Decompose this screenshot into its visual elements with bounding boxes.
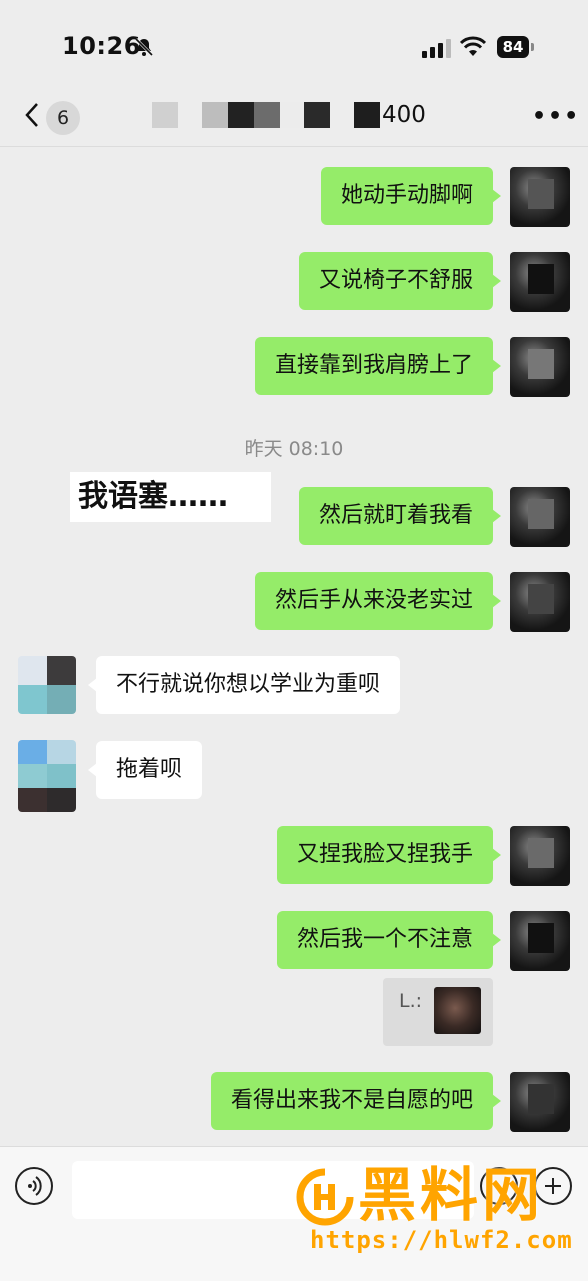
quoted-image-thumbnail[interactable] — [434, 987, 481, 1034]
watermark-title: 黑料网 — [358, 1161, 545, 1229]
redaction-block — [254, 102, 280, 128]
message-bubble-sent[interactable]: 她动手动脚啊 — [320, 167, 502, 225]
redaction-block — [202, 102, 228, 128]
message-bubble-sent[interactable]: 看得出来我不是自愿的吧 — [210, 1072, 502, 1130]
avatar[interactable] — [510, 826, 570, 886]
message-bubble-sent[interactable]: 直接靠到我肩膀上了 — [254, 337, 502, 395]
chat-title: 400 — [150, 102, 450, 132]
redaction-block — [228, 102, 254, 128]
chat-header: 6 400 ••• — [0, 90, 588, 147]
redaction-block — [354, 102, 380, 128]
unread-count-badge[interactable]: 6 — [46, 101, 80, 135]
contact-avatar[interactable] — [18, 740, 76, 812]
avatar[interactable] — [510, 1072, 570, 1132]
message-bubble-sent[interactable]: 又捏我脸又捏我手 — [276, 826, 502, 884]
battery-icon: 84 — [497, 36, 535, 58]
message-bubble-sent[interactable]: 然后我一个不注意 — [276, 911, 502, 969]
caption-overlay: 我语塞…… — [70, 472, 271, 522]
quoted-message[interactable]: L.: — [383, 978, 493, 1046]
message-bubble-received[interactable]: 拖着呗 — [87, 741, 203, 799]
redaction-block — [280, 102, 304, 128]
avatar[interactable] — [510, 252, 570, 312]
message-bubble-received[interactable]: 不行就说你想以学业为重呗 — [87, 656, 401, 714]
status-bar: 10:26 84 — [0, 0, 588, 90]
chat-title-text: 400 — [382, 102, 426, 128]
contact-avatar[interactable] — [18, 656, 76, 714]
message-bubble-sent[interactable]: 然后手从来没老实过 — [254, 572, 502, 630]
message-timestamp: 昨天 08:10 — [244, 438, 344, 460]
avatar[interactable] — [510, 337, 570, 397]
back-chevron-icon[interactable] — [22, 100, 42, 130]
redaction-block — [304, 102, 330, 128]
voice-input-icon[interactable] — [15, 1167, 53, 1205]
watermark: 黑料网 https://hlwf2.com — [296, 1160, 588, 1280]
avatar[interactable] — [510, 167, 570, 227]
more-options-icon[interactable]: ••• — [532, 104, 580, 129]
clock: 10:26 — [62, 32, 141, 60]
watermark-url: https://hlwf2.com — [310, 1226, 573, 1254]
avatar[interactable] — [510, 487, 570, 547]
quoted-sender: L.: — [399, 990, 423, 1012]
redaction-block — [152, 102, 178, 128]
cellular-signal-icon — [422, 39, 451, 58]
avatar[interactable] — [510, 911, 570, 971]
bell-slash-icon — [134, 37, 154, 57]
message-bubble-sent[interactable]: 又说椅子不舒服 — [298, 252, 502, 310]
avatar[interactable] — [510, 572, 570, 632]
battery-level: 84 — [497, 36, 529, 58]
message-bubble-sent[interactable]: 然后就盯着我看 — [298, 487, 502, 545]
wifi-icon — [460, 36, 486, 56]
watermark-logo-icon — [296, 1168, 354, 1226]
